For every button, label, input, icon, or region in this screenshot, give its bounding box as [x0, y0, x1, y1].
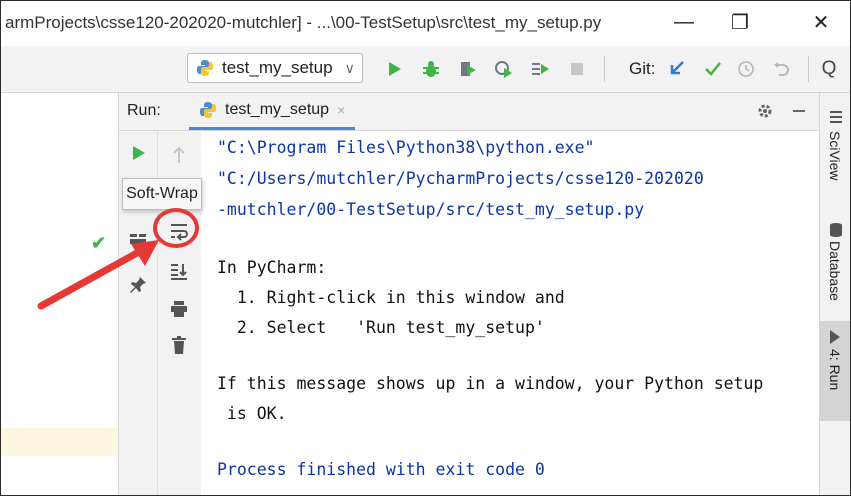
annotation-arrow	[37, 240, 159, 310]
minimize-icon: —	[674, 10, 694, 33]
database-icon	[824, 218, 848, 242]
console-output[interactable]: "C:\Program Files\Python38\python.exe" "…	[202, 131, 819, 495]
minimize-icon	[793, 110, 805, 112]
close-icon[interactable]: ×	[337, 102, 345, 118]
stop-icon	[571, 63, 583, 75]
run-label: Run:	[127, 102, 161, 119]
restore-icon: ❐	[731, 11, 749, 34]
concurrency-button[interactable]	[528, 57, 552, 81]
run-icon	[133, 146, 145, 160]
run-button[interactable]	[382, 57, 406, 81]
console-line: "C:\Program Files\Python38\python.exe"	[217, 138, 595, 157]
git-rollback-button[interactable]	[769, 57, 793, 81]
tool-window-database[interactable]: Database	[827, 241, 843, 301]
highlighted-line	[1, 428, 118, 456]
profiler-icon	[495, 61, 512, 78]
git-label: Git:	[629, 59, 656, 78]
tool-window-run: 4: Run	[827, 349, 843, 391]
run-icon	[830, 330, 840, 344]
tool-window-run-active[interactable]: 4: Run	[820, 321, 850, 421]
clock-icon	[738, 61, 754, 77]
run-icon	[389, 62, 401, 76]
ide-window: armProjects\csse120-202020-mutchler] - .…	[0, 0, 851, 496]
stop-button[interactable]	[565, 57, 589, 81]
tool-window-sciview[interactable]: SciView	[827, 131, 843, 181]
main-toolbar: test_my_setup ∨ Git: Q	[1, 46, 850, 93]
coverage-icon	[461, 62, 476, 76]
print-icon	[171, 301, 187, 317]
rerun-button[interactable]	[126, 141, 150, 165]
title-bar: armProjects\csse120-202020-mutchler] - .…	[1, 1, 850, 45]
search-icon: Q	[821, 58, 837, 79]
search-everywhere-button[interactable]: Q	[817, 57, 841, 81]
toolbar-divider	[604, 56, 605, 82]
chevron-down-icon: ∨	[344, 59, 355, 76]
console-line: Process finished with exit code 0	[217, 460, 545, 479]
minimize-button[interactable]: —	[661, 3, 707, 41]
arrow-up-icon	[173, 146, 185, 163]
tab-label: test_my_setup	[225, 101, 330, 118]
git-commit-button[interactable]	[701, 57, 725, 81]
close-icon: ✕	[812, 11, 830, 34]
profile-button[interactable]	[492, 57, 516, 81]
console-line: In PyCharm:	[217, 258, 327, 277]
git-update-button[interactable]	[665, 57, 689, 81]
window-title: armProjects\csse120-202020-mutchler] - .…	[5, 13, 602, 32]
run-config-label: test_my_setup	[222, 58, 333, 77]
arrow-down-left-icon	[670, 61, 684, 75]
run-config-select[interactable]: test_my_setup ∨	[187, 53, 363, 83]
python-icon	[197, 60, 213, 76]
scroll-to-end-icon	[171, 264, 187, 280]
clear-all-button[interactable]	[167, 333, 191, 357]
checkmark-icon	[705, 62, 721, 76]
settings-button[interactable]	[753, 99, 777, 123]
console-line: 2. Select 'Run test_my_setup'	[217, 318, 545, 337]
console-line: is OK.	[217, 404, 287, 423]
console-line: If this message shows up in a window, yo…	[217, 374, 764, 393]
run-tool-window-header: Run: test_my_setup ×	[119, 93, 819, 131]
toolbar-divider	[808, 56, 809, 82]
git-history-button[interactable]	[734, 57, 758, 81]
run-with-coverage-button[interactable]	[456, 57, 480, 81]
python-icon	[200, 102, 216, 118]
soft-wrap-tooltip: Soft-Wrap	[122, 178, 202, 210]
console-line: 1. Right-click in this window and	[217, 288, 565, 307]
trash-icon	[172, 336, 186, 354]
hide-button[interactable]	[787, 99, 811, 123]
tab-test-my-setup[interactable]: test_my_setup ×	[189, 93, 356, 130]
restore-button[interactable]: ❐	[717, 3, 763, 41]
concurrency-icon	[532, 63, 549, 75]
right-tool-stripe: SciView Database 4: Run	[819, 93, 850, 495]
undo-icon	[774, 62, 789, 76]
console-line: -mutchler/00-TestSetup/src/test_my_setup…	[217, 200, 645, 219]
gear-icon	[758, 104, 772, 118]
debug-button[interactable]	[419, 57, 443, 81]
sciview-icon	[824, 105, 848, 129]
console-line: "C:/Users/mutchler/PycharmProjects/csse1…	[217, 169, 704, 188]
close-button[interactable]: ✕	[798, 3, 844, 41]
scroll-up-button[interactable]	[167, 143, 191, 167]
bug-icon	[423, 61, 439, 77]
